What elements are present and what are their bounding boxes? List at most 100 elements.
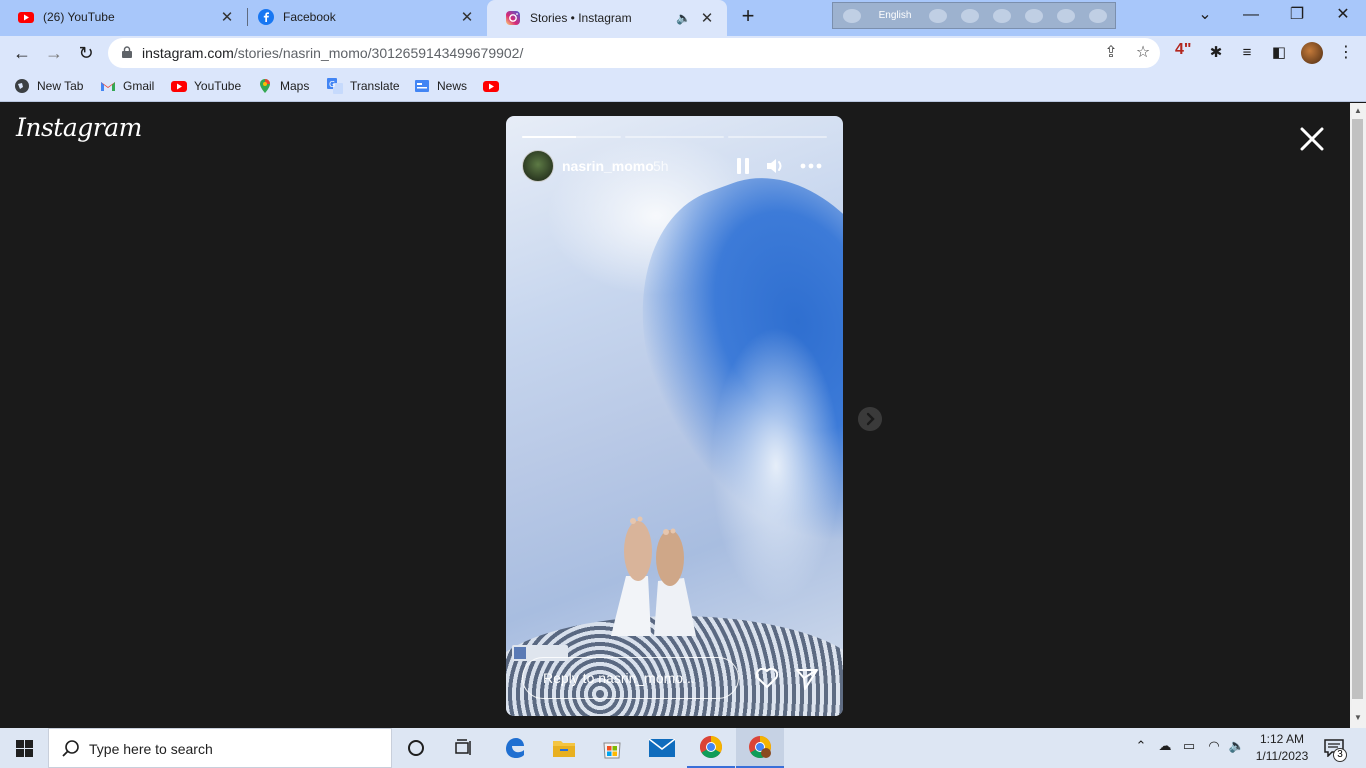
chrome-profile-icon[interactable] <box>736 728 784 768</box>
bookmark-gmail[interactable]: Gmail <box>100 76 154 96</box>
story-image-cloud <box>706 316 843 616</box>
close-icon[interactable] <box>1298 125 1326 153</box>
scroll-down-arrow[interactable]: ▼ <box>1353 713 1363 722</box>
scrollbar-thumb[interactable] <box>1352 119 1363 699</box>
file-explorer-icon[interactable] <box>540 728 588 768</box>
globe-icon <box>15 79 29 93</box>
show-hidden-icons-icon[interactable]: ⌃ <box>1132 738 1150 758</box>
restore-button[interactable]: ❐ <box>1274 0 1320 30</box>
settings-icon[interactable] <box>993 8 1011 23</box>
battery-icon[interactable]: ▭ <box>1180 738 1198 758</box>
bookmark-youtube[interactable]: YouTube <box>171 76 241 96</box>
new-tab-button[interactable]: + <box>737 5 759 28</box>
bookmark-maps[interactable]: Maps <box>257 76 309 96</box>
tool-icon[interactable] <box>961 8 979 23</box>
minimize-button[interactable]: — <box>1228 0 1274 30</box>
wifi-icon[interactable]: ◠ <box>1205 738 1223 758</box>
bookmark-label: Translate <box>350 79 400 93</box>
clock-date: 1/11/2023 <box>1255 749 1309 763</box>
story-timestamp: 5h <box>653 158 669 174</box>
tab-title: Facebook <box>283 10 336 24</box>
story-avatar[interactable] <box>522 150 554 182</box>
search-placeholder: Type here to search <box>89 741 213 757</box>
bookmark-news[interactable]: News <box>414 76 467 96</box>
onedrive-icon[interactable]: ☁ <box>1156 738 1174 758</box>
send-icon[interactable] <box>794 666 820 692</box>
back-button[interactable]: ← <box>10 41 34 65</box>
ime-icon[interactable] <box>843 8 861 23</box>
windows-taskbar: Type here to search ⌃ ☁ ▭ ◠ 🔈 1:12 AM 1/… <box>0 728 1366 768</box>
bookmark-label: Maps <box>280 79 310 93</box>
story-progress-segment <box>625 136 724 138</box>
tab-title: Stories • Instagram <box>530 11 632 25</box>
system-clock[interactable]: 1:12 AM 1/11/2023 <box>1252 731 1312 765</box>
tab-strip: (26) YouTube ✕ Facebook ✕ Stories • Inst… <box>0 0 1366 36</box>
close-tab-icon[interactable]: ✕ <box>459 8 475 26</box>
like-heart-icon[interactable] <box>754 665 780 691</box>
gmail-icon <box>101 82 115 91</box>
info-icon[interactable] <box>1089 8 1107 23</box>
mail-icon[interactable] <box>638 728 686 768</box>
volume-icon[interactable] <box>763 154 787 178</box>
bookmark-new-tab[interactable]: New Tab <box>14 76 83 96</box>
tab-search-button[interactable]: ⌄ <box>1182 0 1228 30</box>
help-icon[interactable] <box>1057 8 1075 23</box>
story-card[interactable]: nasrin_momo 5h Reply to nasrin_momo... <box>506 116 843 716</box>
address-bar[interactable]: instagram.com/stories/nasrin_momo/301265… <box>108 38 1160 68</box>
speaker-icon[interactable]: 🔈 <box>676 11 691 25</box>
extension-badge[interactable]: 4" <box>1175 41 1191 59</box>
tab-youtube[interactable]: (26) YouTube ✕ <box>0 0 247 34</box>
more-options-icon[interactable] <box>799 154 823 178</box>
instagram-logo[interactable]: Instagram <box>16 113 142 142</box>
youtube-icon <box>483 81 499 92</box>
media-control-icon[interactable]: ≡ <box>1235 41 1259 65</box>
bookmark-translate[interactable]: G Translate <box>327 76 400 96</box>
close-tab-icon[interactable]: ✕ <box>699 9 715 27</box>
language-selector[interactable]: English <box>875 10 915 21</box>
close-tab-icon[interactable]: ✕ <box>219 8 235 26</box>
page-scrollbar[interactable]: ▲ ▼ <box>1350 103 1366 728</box>
task-view-icon[interactable] <box>440 728 488 768</box>
url-text[interactable]: instagram.com/stories/nasrin_momo/301265… <box>142 45 523 61</box>
bookmark-youtube-2[interactable] <box>483 76 506 96</box>
side-panel-icon[interactable]: ◧ <box>1267 41 1291 65</box>
scroll-up-arrow[interactable]: ▲ <box>1353 106 1363 115</box>
volume-tray-icon[interactable]: 🔈 <box>1228 738 1246 758</box>
reload-button[interactable]: ↻ <box>74 41 98 65</box>
edge-icon[interactable] <box>491 728 539 768</box>
notification-count-badge: 3 <box>1333 748 1347 762</box>
lock-icon[interactable] <box>122 46 132 58</box>
microsoft-store-icon[interactable] <box>588 728 636 768</box>
share-icon[interactable]: ⇪ <box>1101 43 1121 63</box>
taskbar-search[interactable]: Type here to search <box>48 728 392 768</box>
browser-toolbar: ← → ↻ instagram.com/stories/nasrin_momo/… <box>0 36 1366 70</box>
tab-facebook[interactable]: Facebook ✕ <box>240 0 487 34</box>
reply-input[interactable]: Reply to nasrin_momo... <box>522 657 739 699</box>
pause-icon[interactable] <box>731 154 755 178</box>
keyboard-icon[interactable] <box>929 8 947 23</box>
facebook-icon <box>258 9 274 25</box>
instagram-icon <box>506 11 520 25</box>
chrome-icon[interactable] <box>687 728 735 768</box>
next-story-button[interactable] <box>858 407 882 431</box>
close-window-button[interactable]: ✕ <box>1320 0 1366 30</box>
svg-text:G: G <box>329 80 335 89</box>
profile-avatar[interactable] <box>1301 42 1323 64</box>
forward-button[interactable]: → <box>42 41 66 65</box>
menu-icon[interactable]: ⋮ <box>1334 41 1358 65</box>
story-header: nasrin_momo 5h <box>522 150 827 182</box>
tab-instagram[interactable]: Stories • Instagram 🔈 ✕ <box>487 0 727 36</box>
youtube-icon <box>18 12 34 23</box>
cortana-icon[interactable] <box>392 728 440 768</box>
language-bar: English <box>832 2 1116 29</box>
bookmark-star-icon[interactable]: ☆ <box>1133 43 1153 63</box>
story-progress-segment <box>522 136 621 138</box>
story-username[interactable]: nasrin_momo <box>562 158 654 174</box>
pen-icon[interactable] <box>1025 8 1043 23</box>
bookmark-label: News <box>437 79 468 93</box>
bookmark-label: YouTube <box>194 79 242 93</box>
extensions-icon[interactable]: ✱ <box>1204 41 1228 65</box>
windows-start-icon[interactable] <box>16 740 33 757</box>
tab-title: (26) YouTube <box>43 10 115 24</box>
clock-time: 1:12 AM <box>1259 732 1305 746</box>
